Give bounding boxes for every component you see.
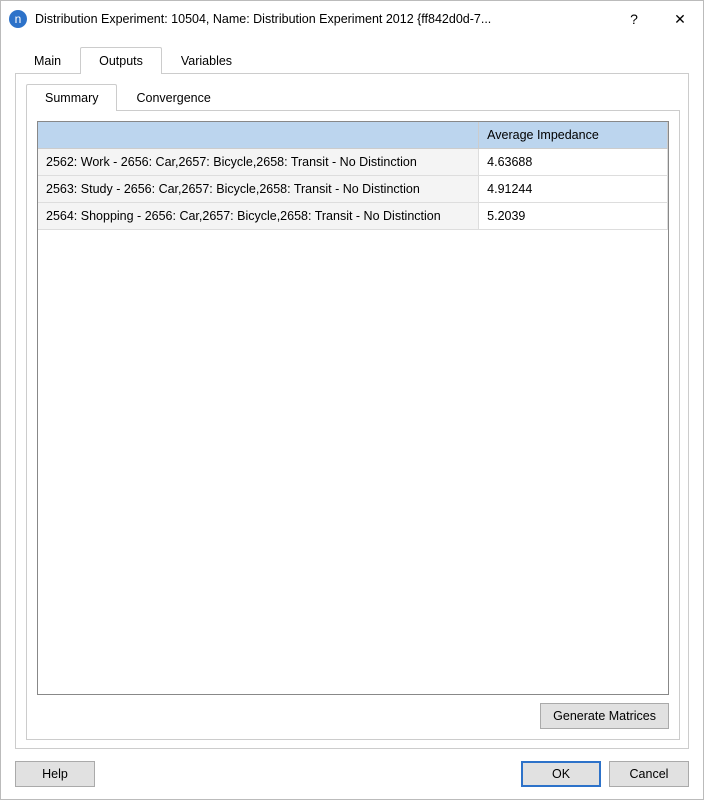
outputs-panel: Summary Convergence Average Impedance	[15, 74, 689, 749]
col-description[interactable]	[38, 122, 479, 149]
table-row[interactable]: 2562: Work - 2656: Car,2657: Bicycle,265…	[38, 149, 668, 176]
panel-actions: Generate Matrices	[37, 695, 669, 729]
cell-value: 4.63688	[479, 149, 668, 176]
cell-value: 5.2039	[479, 203, 668, 230]
dialog-footer: Help OK Cancel	[1, 749, 703, 799]
table-row[interactable]: 2563: Study - 2656: Car,2657: Bicycle,26…	[38, 176, 668, 203]
tab-outputs[interactable]: Outputs	[80, 47, 162, 74]
cell-desc: 2562: Work - 2656: Car,2657: Bicycle,265…	[38, 149, 479, 176]
primary-tabs: Main Outputs Variables	[15, 47, 689, 74]
close-icon[interactable]: ✕	[657, 1, 703, 37]
help-button[interactable]: Help	[15, 761, 95, 787]
dialog-window: n Distribution Experiment: 10504, Name: …	[0, 0, 704, 800]
cell-desc: 2564: Shopping - 2656: Car,2657: Bicycle…	[38, 203, 479, 230]
tab-main[interactable]: Main	[15, 47, 80, 74]
summary-table[interactable]: Average Impedance 2562: Work - 2656: Car…	[37, 121, 669, 695]
window-title: Distribution Experiment: 10504, Name: Di…	[35, 12, 611, 26]
tab-convergence[interactable]: Convergence	[117, 84, 229, 111]
cell-value: 4.91244	[479, 176, 668, 203]
cancel-button[interactable]: Cancel	[609, 761, 689, 787]
spacer	[103, 761, 513, 787]
content-area: Main Outputs Variables Summary Convergen…	[1, 37, 703, 749]
tab-summary[interactable]: Summary	[26, 84, 117, 111]
generate-matrices-button[interactable]: Generate Matrices	[540, 703, 669, 729]
table-row[interactable]: 2564: Shopping - 2656: Car,2657: Bicycle…	[38, 203, 668, 230]
col-average-impedance[interactable]: Average Impedance	[479, 122, 668, 149]
titlebar: n Distribution Experiment: 10504, Name: …	[1, 1, 703, 37]
help-icon[interactable]: ?	[611, 1, 657, 37]
summary-panel: Average Impedance 2562: Work - 2656: Car…	[26, 111, 680, 740]
app-icon: n	[9, 10, 27, 28]
ok-button[interactable]: OK	[521, 761, 601, 787]
secondary-tabs: Summary Convergence	[26, 84, 680, 111]
tab-variables[interactable]: Variables	[162, 47, 251, 74]
cell-desc: 2563: Study - 2656: Car,2657: Bicycle,26…	[38, 176, 479, 203]
